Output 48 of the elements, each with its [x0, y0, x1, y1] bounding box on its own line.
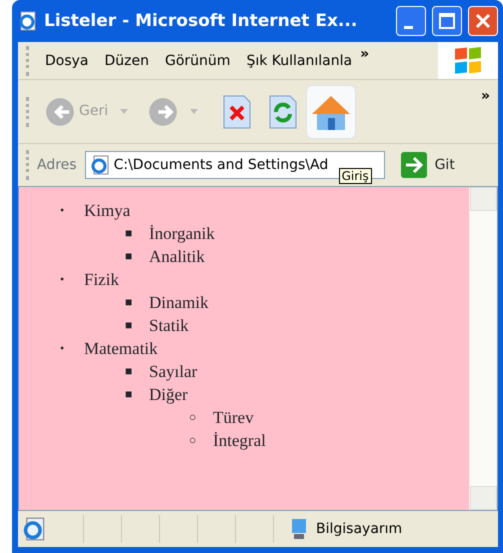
- page-icon: [90, 155, 110, 175]
- close-icon: [475, 13, 491, 29]
- windows-logo-icon: [453, 46, 483, 74]
- maximize-button[interactable]: [432, 6, 462, 36]
- list-item: Analitik: [149, 247, 205, 266]
- minimize-button[interactable]: [396, 6, 426, 36]
- tooltip: Giriş: [338, 168, 372, 184]
- list-bullet: •: [60, 271, 66, 288]
- list-bullet: ■: [125, 317, 134, 334]
- minimize-icon: [404, 26, 412, 28]
- maximize-icon: [439, 13, 455, 29]
- list-item: Statik: [149, 316, 189, 335]
- address-text: C:\Documents and Settings\Ad: [114, 157, 328, 173]
- list-bullet: •: [60, 202, 66, 219]
- list-item: Sayılar: [149, 362, 198, 381]
- list-item: Dinamik: [149, 293, 208, 312]
- list-item: Matematik: [84, 339, 158, 358]
- go-button[interactable]: Git: [400, 152, 455, 178]
- overflow-chevron[interactable]: »: [480, 88, 490, 104]
- menu-item[interactable]: Görünüm: [165, 52, 230, 68]
- browser-icon: [18, 11, 38, 31]
- list-item: Kimya: [84, 201, 130, 220]
- stop-icon[interactable]: [222, 94, 252, 130]
- scrollbar[interactable]: [469, 187, 497, 510]
- overflow-chevron[interactable]: »: [360, 46, 370, 62]
- window-title: Listeler - Microsoft Internet Ex...: [44, 11, 358, 31]
- list-item: İnorganik: [149, 224, 215, 243]
- menu-item[interactable]: Şık Kullanılanla: [246, 52, 352, 68]
- refresh-icon[interactable]: [268, 94, 298, 130]
- menu-item[interactable]: Dosya: [45, 52, 89, 68]
- list-bullet: ○: [189, 409, 198, 426]
- menu-item[interactable]: Düzen: [104, 52, 150, 68]
- page-icon: [22, 517, 46, 541]
- list-item: Diğer: [149, 385, 188, 404]
- list-item: Türev: [213, 408, 254, 427]
- list-bullet: ■: [125, 386, 134, 403]
- close-button[interactable]: [468, 6, 498, 36]
- list-item: Fizik: [84, 270, 119, 289]
- address-label: Adres: [37, 157, 77, 173]
- list-bullet: ■: [125, 225, 134, 242]
- list-bullet: ■: [125, 294, 134, 311]
- zone-label: Bilgisayarım: [316, 521, 402, 537]
- list-bullet: ■: [125, 248, 134, 265]
- list-bullet: •: [60, 340, 66, 357]
- list-item: İntegral: [213, 431, 266, 450]
- list-bullet: ■: [125, 363, 134, 380]
- computer-icon: [290, 518, 308, 540]
- list-bullet: ○: [189, 432, 198, 449]
